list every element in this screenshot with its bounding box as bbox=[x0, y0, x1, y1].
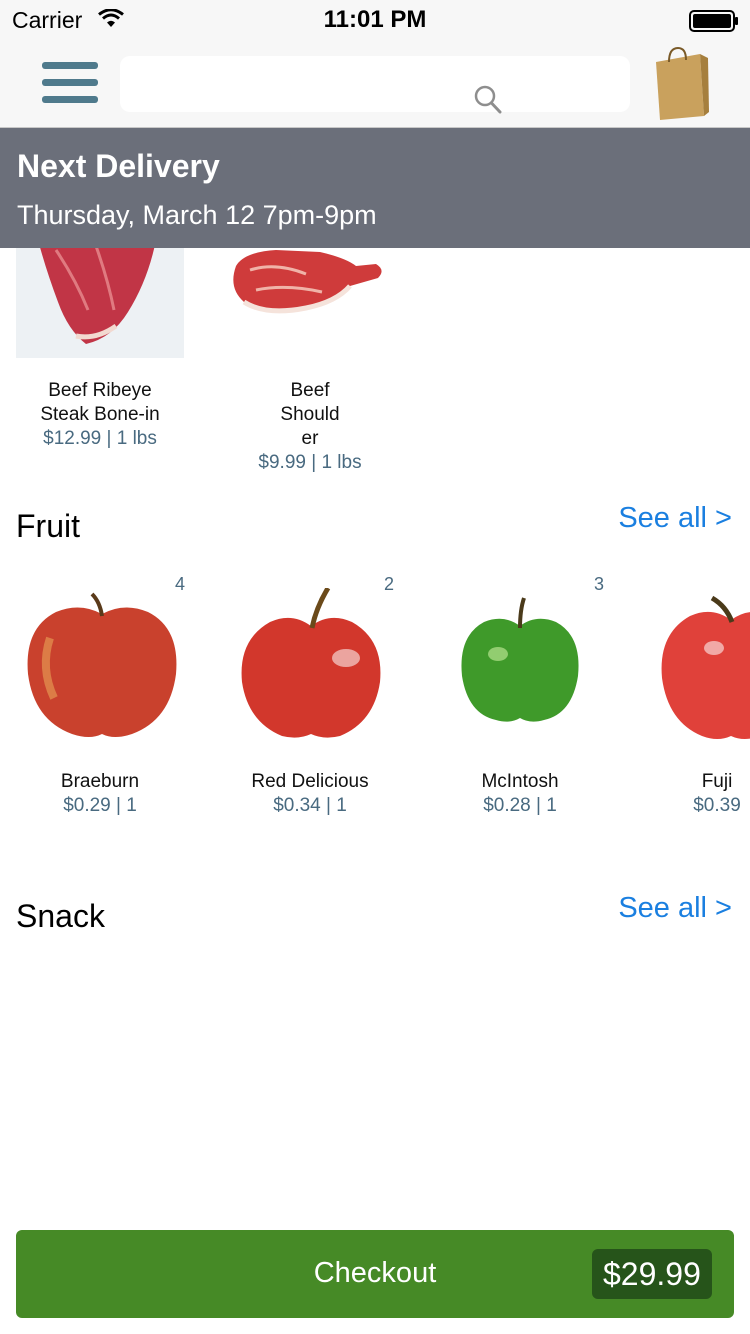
menu-icon-line bbox=[42, 62, 98, 69]
product-beef-ribeye[interactable]: Beef Ribeye Steak Bone-in $12.99 | 1 lbs bbox=[5, 379, 195, 451]
product-price: $0.34 | 1 bbox=[273, 795, 347, 816]
product-beef-shoulder[interactable]: Beef Should er $9.99 | 1 lbs bbox=[215, 379, 405, 475]
fruit-item[interactable]: 3 McIntosh $0.28 | 1 bbox=[420, 570, 620, 820]
see-all-snack-link[interactable]: See all > bbox=[618, 892, 732, 925]
menu-button[interactable] bbox=[40, 60, 100, 108]
shopping-bag-icon[interactable] bbox=[652, 46, 710, 122]
product-name: McIntosh bbox=[481, 771, 559, 792]
delivery-title: Next Delivery bbox=[17, 148, 220, 184]
fruit-item[interactable]: 4 Braeburn $0.29 | 1 bbox=[0, 570, 200, 820]
menu-icon-line bbox=[42, 79, 98, 86]
product-price: $0.29 | 1 bbox=[63, 795, 137, 816]
checkout-total-badge: $29.99 bbox=[592, 1249, 712, 1299]
quantity-badge: 3 bbox=[594, 574, 605, 594]
product-name-line: Should bbox=[280, 404, 340, 425]
section-title-fruit: Fruit bbox=[16, 508, 80, 544]
apple-image bbox=[461, 597, 579, 722]
product-price: $0.39 bbox=[693, 795, 741, 816]
search-icon bbox=[474, 85, 502, 114]
section-title-snack: Snack bbox=[16, 898, 105, 934]
search-input[interactable] bbox=[120, 56, 630, 114]
product-price: $0.28 | 1 bbox=[483, 795, 557, 816]
beef-steak-image bbox=[38, 240, 156, 344]
product-name: Red Delicious bbox=[251, 771, 369, 792]
product-price: $9.99 | 1 lbs bbox=[258, 452, 362, 473]
nav-bar bbox=[0, 40, 750, 128]
delivery-banner[interactable]: Next Delivery Thursday, March 12 7pm-9pm bbox=[0, 128, 750, 248]
product-name-line: er bbox=[301, 428, 319, 449]
beef-shoulder-image bbox=[233, 250, 382, 314]
product-price: $12.99 | 1 lbs bbox=[43, 428, 157, 449]
product-name: Braeburn bbox=[60, 771, 140, 792]
fruit-item[interactable]: Fuji $0.39 bbox=[630, 570, 750, 820]
fruit-item[interactable]: 2 Red Delicious $0.34 | 1 bbox=[210, 570, 410, 820]
menu-icon-line bbox=[42, 96, 98, 103]
product-image-beef-shoulder[interactable] bbox=[226, 240, 394, 330]
product-image-beef-ribeye[interactable] bbox=[16, 240, 184, 358]
product-name-line: Beef bbox=[290, 380, 330, 401]
product-name: Beef Ribeye Steak Bone-in bbox=[40, 380, 160, 425]
clock: 11:01 PM bbox=[323, 6, 427, 33]
status-bar: Carrier 11:01 PM bbox=[0, 0, 750, 40]
apple-image bbox=[27, 592, 177, 737]
checkout-button[interactable]: Checkout $29.99 bbox=[16, 1230, 734, 1318]
product-name: Fuji bbox=[701, 771, 733, 792]
see-all-fruit-link[interactable]: See all > bbox=[618, 502, 732, 535]
apple-image bbox=[241, 588, 381, 738]
apple-image bbox=[661, 595, 750, 739]
battery-icon bbox=[689, 10, 738, 32]
delivery-time: Thursday, March 12 7pm-9pm bbox=[17, 200, 377, 230]
